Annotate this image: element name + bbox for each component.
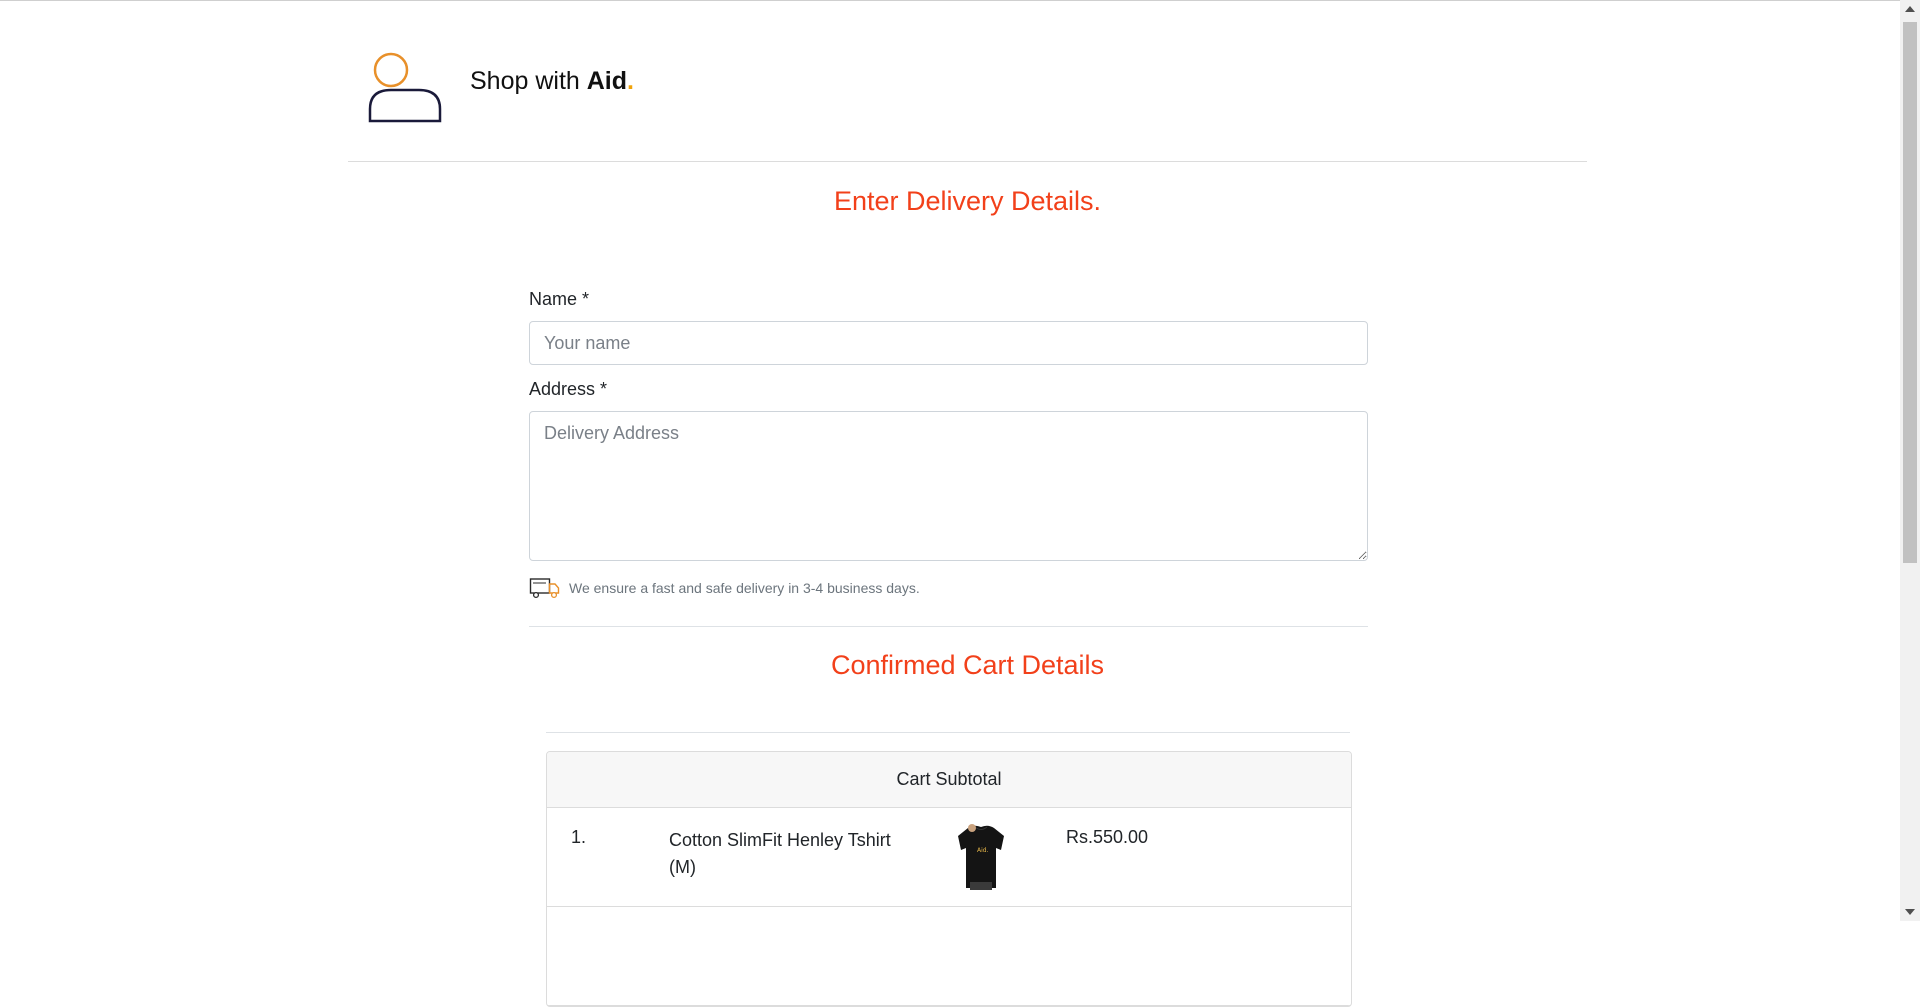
brand-bold: Aid <box>586 67 628 95</box>
scroll-down-icon[interactable] <box>1905 909 1915 915</box>
cart-card: Cart Subtotal 1. Cotton SlimFit Henley T… <box>546 751 1352 1007</box>
brand-dot: . <box>627 67 634 95</box>
address-label: Address * <box>529 379 608 399</box>
delivery-details-title: Enter Delivery Details. <box>833 186 1102 216</box>
cart-item-price: Rs.550.00 <box>1066 827 1149 847</box>
scroll-thumb[interactable] <box>1903 22 1917 563</box>
name-input[interactable] <box>529 321 1368 365</box>
vertical-scrollbar[interactable] <box>1900 0 1920 921</box>
form-divider <box>529 626 1368 627</box>
name-label: Name * <box>529 289 590 309</box>
site-header: Shop with Aid. <box>348 1 1587 162</box>
product-thumbnail: Aid. <box>954 822 1008 890</box>
cart-subtotal-header: Cart Subtotal <box>547 752 1351 808</box>
scroll-up-icon[interactable] <box>1905 6 1915 12</box>
delivery-note-text: We ensure a fast and safe delivery in 3-… <box>569 580 920 596</box>
address-textarea[interactable] <box>529 411 1368 561</box>
brand-prefix: Shop with <box>470 67 587 95</box>
cart-item-name: Cotton SlimFit Henley Tshirt (M) <box>669 830 891 877</box>
delivery-form: Name * Address * We ensure a fast and sa… <box>529 289 1368 599</box>
user-avatar-icon[interactable] <box>367 51 443 123</box>
page-container: Shop with Aid. Enter Delivery Details. N… <box>348 1 1587 1007</box>
cart-divider <box>546 732 1350 733</box>
brand-name[interactable]: Shop with Aid. <box>470 67 634 96</box>
svg-text:Aid.: Aid. <box>977 847 989 854</box>
delivery-note: We ensure a fast and safe delivery in 3-… <box>529 577 1368 599</box>
cart-details-title: Confirmed Cart Details <box>830 650 1105 680</box>
delivery-truck-icon <box>529 578 560 599</box>
cart-item-index: 1. <box>571 827 587 847</box>
cart-item-row: 1. Cotton SlimFit Henley Tshirt (M) Aid.… <box>547 808 1351 907</box>
cart-item-row <box>547 907 1351 1006</box>
